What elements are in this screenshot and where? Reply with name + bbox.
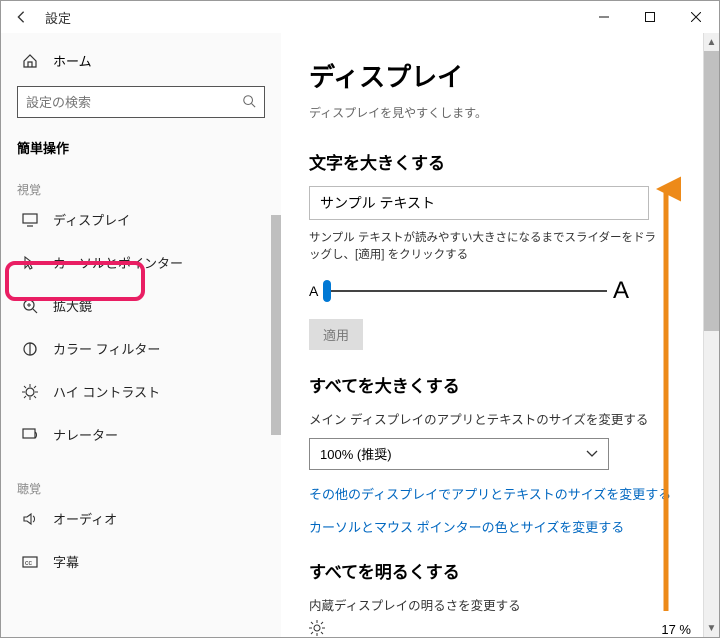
link-other-displays[interactable]: その他のディスプレイでアプリとテキストのサイズを変更する	[309, 484, 691, 503]
window-title: 設定	[45, 8, 71, 27]
close-button[interactable]	[673, 1, 719, 33]
brightness-icon	[309, 620, 325, 638]
sidebar-item-label: ディスプレイ	[53, 210, 130, 229]
search-input[interactable]	[26, 95, 242, 110]
magnifier-icon	[21, 298, 39, 314]
caption-icon: cc	[21, 556, 39, 568]
sidebar-item-colorfilter[interactable]: カラー フィルター	[17, 327, 265, 370]
scroll-down-icon[interactable]: ▼	[707, 619, 717, 637]
sample-text-box: サンプル テキスト	[309, 186, 649, 220]
sidebar-item-label: ハイ コントラスト	[53, 382, 160, 401]
page-subtitle: ディスプレイを見やすくします。	[309, 104, 691, 121]
content-pane: ディスプレイ ディスプレイを見やすくします。 文字を大きくする サンプル テキス…	[281, 33, 719, 637]
nav-home-label: ホーム	[53, 51, 92, 70]
sidebar-item-label: 拡大鏡	[53, 296, 92, 315]
sidebar-item-label: カラー フィルター	[53, 339, 160, 358]
content-scrollbar-thumb[interactable]	[704, 51, 720, 331]
back-button[interactable]	[5, 1, 37, 33]
content-scrollbar[interactable]: ▲ ▼	[703, 33, 719, 637]
cursor-icon	[21, 255, 39, 271]
brightness-percent: 17 %	[661, 622, 691, 637]
scale-dropdown-value: 100% (推奨)	[320, 444, 392, 463]
search-box[interactable]	[17, 86, 265, 118]
maximize-button[interactable]	[627, 1, 673, 33]
sidebar-item-label: オーディオ	[53, 509, 117, 528]
nav-home[interactable]: ホーム	[17, 41, 265, 80]
svg-text:cc: cc	[25, 560, 33, 567]
search-icon	[242, 94, 256, 111]
sidebar-item-cursor[interactable]: カーソルとポインター	[17, 241, 265, 284]
sidebar: ホーム 簡単操作 視覚 ディスプレイ カーソルとポインター	[1, 33, 281, 637]
home-icon	[21, 52, 39, 70]
section-visual-label: 視覚	[17, 181, 265, 198]
title-bar: 設定	[1, 1, 719, 33]
audio-icon	[21, 511, 39, 527]
apply-button[interactable]: 適用	[309, 319, 363, 350]
sidebar-item-highcontrast[interactable]: ハイ コントラスト	[17, 370, 265, 413]
chevron-down-icon	[586, 446, 598, 461]
small-a-label: A	[309, 283, 318, 299]
minimize-button[interactable]	[581, 1, 627, 33]
page-title: ディスプレイ	[309, 57, 691, 94]
contrast-icon	[21, 384, 39, 400]
sidebar-item-narrator[interactable]: ナレーター	[17, 413, 265, 456]
text-bigger-desc: サンプル テキストが読みやすい大きさになるまでスライダーをドラッグし、[適用] …	[309, 230, 664, 265]
section-brighter: すべてを明るくする	[309, 558, 691, 583]
section-text-bigger: 文字を大きくする	[309, 149, 691, 174]
category-title: 簡単操作	[17, 138, 265, 157]
big-a-label: A	[613, 277, 629, 305]
brighter-desc: 内蔵ディスプレイの明るさを変更する	[309, 595, 691, 614]
sidebar-scrollbar[interactable]	[271, 215, 281, 435]
narrator-icon	[21, 428, 39, 442]
color-filter-icon	[21, 341, 39, 357]
sidebar-item-display[interactable]: ディスプレイ	[17, 198, 265, 241]
sidebar-item-magnifier[interactable]: 拡大鏡	[17, 284, 265, 327]
slider-thumb[interactable]	[323, 280, 331, 302]
sidebar-item-label: カーソルとポインター	[53, 253, 183, 272]
sidebar-item-label: 字幕	[53, 552, 79, 571]
link-cursor-pointer[interactable]: カーソルとマウス ポインターの色とサイズを変更する	[309, 517, 691, 536]
slider-track[interactable]	[324, 290, 607, 292]
everything-bigger-desc: メイン ディスプレイのアプリとテキストのサイズを変更する	[309, 409, 691, 428]
display-icon	[21, 213, 39, 227]
sidebar-item-label: ナレーター	[53, 425, 118, 444]
text-size-slider[interactable]: A A	[309, 277, 629, 305]
sidebar-item-caption[interactable]: cc 字幕	[17, 540, 265, 583]
window-controls	[581, 1, 719, 33]
sidebar-item-audio[interactable]: オーディオ	[17, 497, 265, 540]
scale-dropdown[interactable]: 100% (推奨)	[309, 438, 609, 470]
scroll-up-icon[interactable]: ▲	[707, 33, 717, 51]
section-audio-label: 聴覚	[17, 480, 265, 497]
section-everything-bigger: すべてを大きくする	[309, 372, 691, 397]
